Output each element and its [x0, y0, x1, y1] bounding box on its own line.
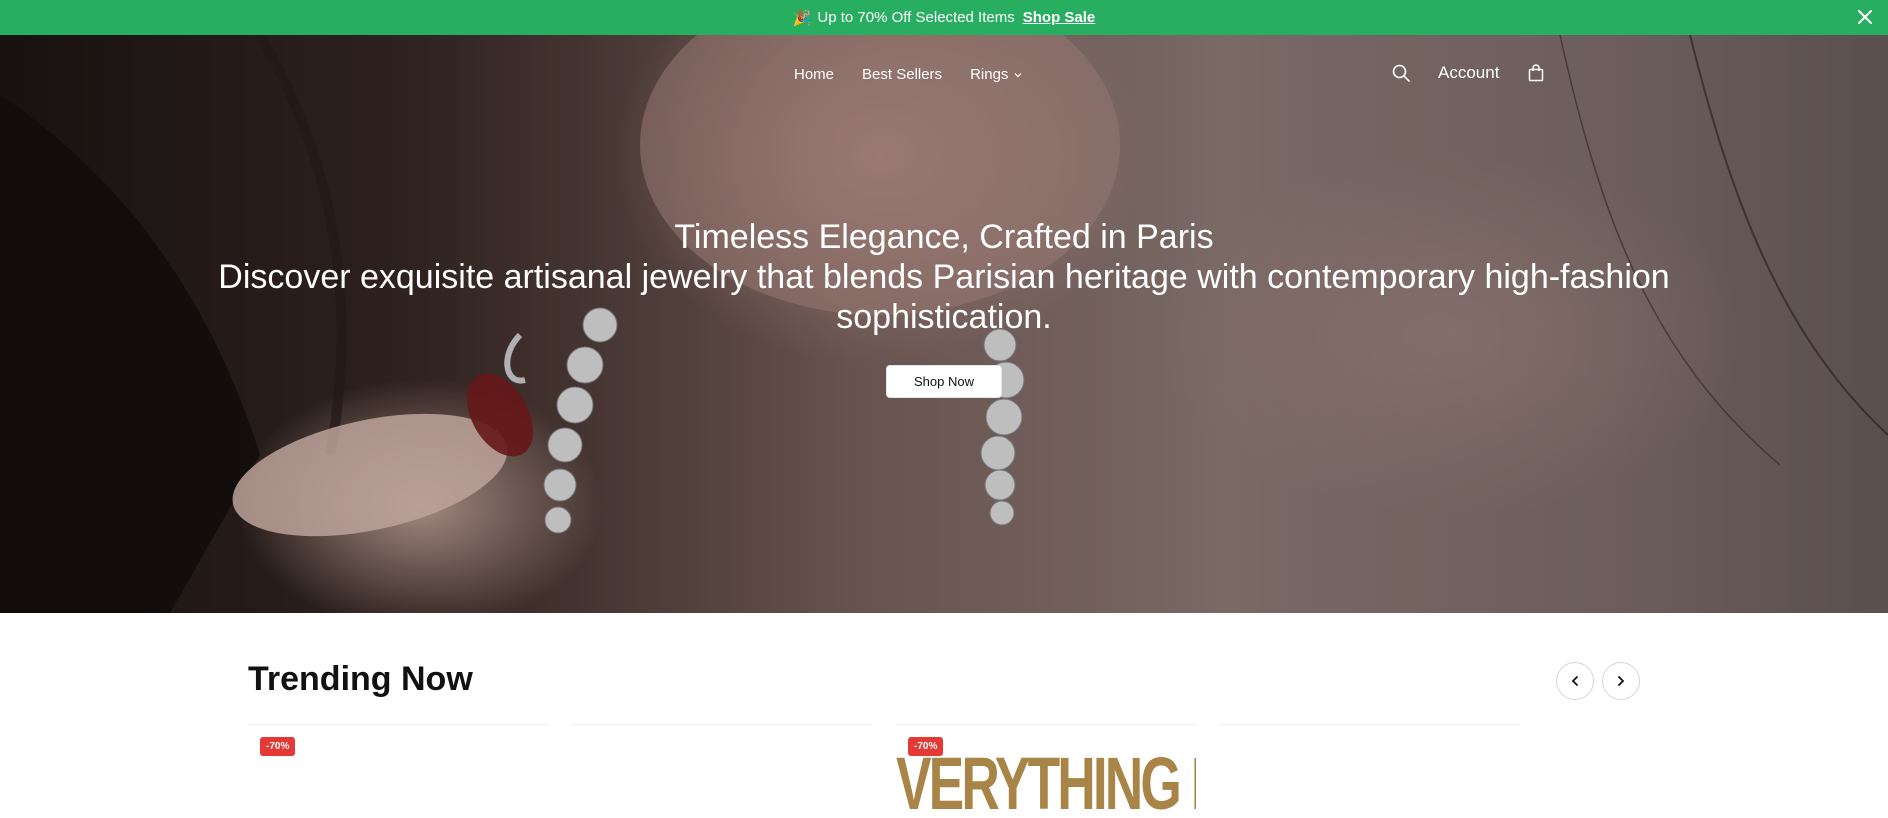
- product-card[interactable]: VERYTHING BUT TH -70%: [896, 724, 1196, 818]
- search-button[interactable]: [1390, 62, 1412, 84]
- shop-now-button[interactable]: Shop Now: [886, 365, 1002, 398]
- account-link[interactable]: Account: [1438, 63, 1499, 83]
- nav-rings-label: Rings: [970, 66, 1009, 83]
- section-title: Trending Now: [248, 660, 473, 698]
- chevron-right-icon: [1618, 676, 1625, 686]
- chevron-left-icon: [1571, 676, 1578, 686]
- bag-icon: [1529, 64, 1544, 82]
- party-icon: 🎉: [792, 9, 812, 27]
- close-icon[interactable]: [1856, 8, 1874, 26]
- nav-menu: Home Best Sellers Rings: [794, 66, 1023, 83]
- hero-subtitle: Discover exquisite artisanal jewelry tha…: [218, 258, 1670, 336]
- product-card[interactable]: [1220, 724, 1520, 818]
- hero-title: Timeless Elegance, Crafted in Paris: [674, 218, 1214, 256]
- product-card[interactable]: -70%: [248, 724, 548, 818]
- carousel-next-button[interactable]: [1602, 662, 1640, 700]
- cart-button[interactable]: [1525, 62, 1547, 84]
- product-card[interactable]: [572, 724, 872, 818]
- hero-content: Timeless Elegance, Crafted in Paris Disc…: [0, 217, 1888, 398]
- nav-actions: Account: [1390, 62, 1547, 84]
- nav-home[interactable]: Home: [794, 66, 834, 83]
- discount-badge: -70%: [260, 737, 296, 756]
- search-icon: [1392, 64, 1410, 82]
- chevron-down-icon: [1014, 72, 1022, 77]
- discount-badge: -70%: [908, 737, 944, 756]
- nav-best-sellers[interactable]: Best Sellers: [862, 66, 942, 83]
- carousel-prev-button[interactable]: [1556, 662, 1594, 700]
- announcement-bar: 🎉 Up to 70% Off Selected Items Shop Sale: [0, 0, 1888, 35]
- product-carousel: -70% VERYTHING BUT TH -70%: [248, 724, 1548, 818]
- main-nav: Home Best Sellers Rings Account: [0, 58, 1888, 92]
- announcement-text: Up to 70% Off Selected Items: [817, 9, 1015, 26]
- nav-rings[interactable]: Rings: [970, 66, 1023, 83]
- shop-sale-link[interactable]: Shop Sale: [1023, 9, 1096, 26]
